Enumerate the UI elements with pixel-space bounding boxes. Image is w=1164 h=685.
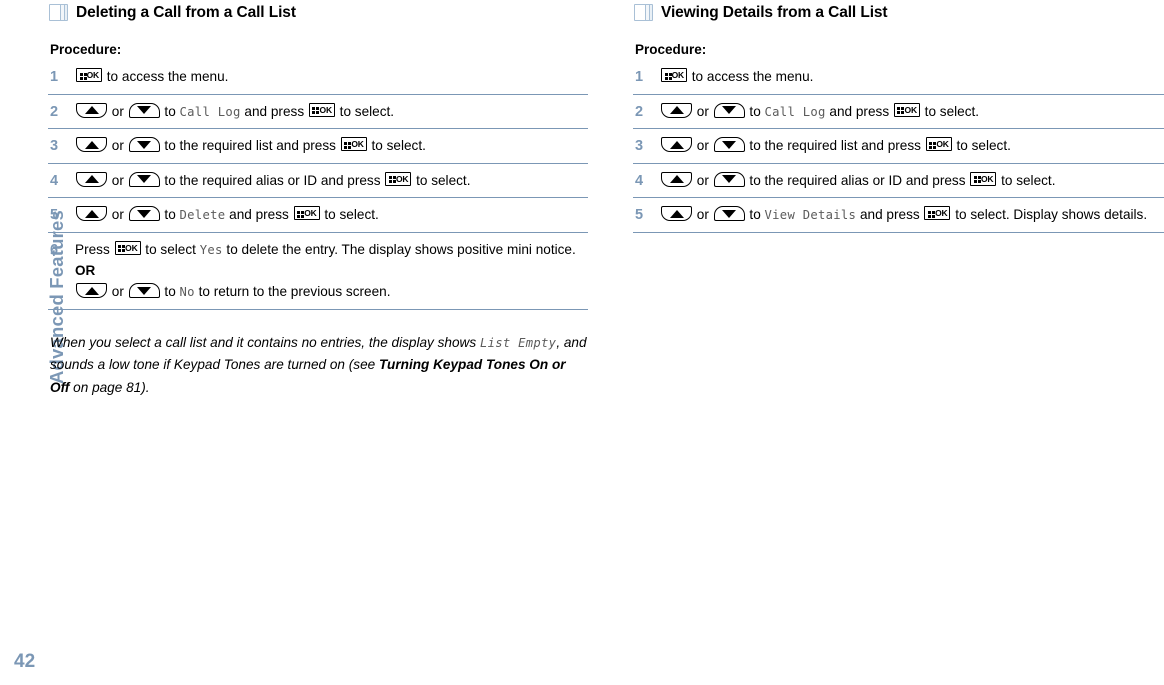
procedure-step: 4 or to the required alias or ID and pre… [48, 170, 588, 198]
display-text: Delete [179, 208, 226, 222]
down-arrow-key-icon [713, 171, 745, 187]
side-tab: Advanced Features 42 [0, 0, 67, 685]
ok-menu-key-icon: OK [340, 137, 367, 151]
procedure-step: 2 or to Call Log and press OK to select. [48, 101, 588, 129]
step-number: 6 [50, 241, 59, 258]
procedure-step: 4 or to the required alias or ID and pre… [633, 170, 1164, 198]
display-text: Yes [199, 242, 223, 257]
step-number: 3 [635, 138, 644, 154]
left-column: Deleting a Call from a Call List Procedu… [48, 0, 588, 399]
pages-stack-icon [48, 3, 69, 23]
right-column: Viewing Details from a Call List Procedu… [633, 0, 1164, 239]
step-text: or to Call Log and press OK to select. [660, 102, 979, 119]
ok-menu-key-icon: OK [925, 137, 952, 151]
step-text: Press OK to select Yes to delete the ent… [75, 240, 588, 299]
step-text: or to the required alias or ID and press… [75, 171, 471, 188]
display-text: Call Log [179, 104, 241, 119]
section-heading-left: Deleting a Call from a Call List [48, 0, 588, 25]
up-arrow-key-icon [76, 171, 107, 187]
ok-menu-key-icon: OK [893, 102, 920, 117]
procedure-step: 3 or to the required list and press OK t… [633, 135, 1164, 164]
procedure-label-left: Procedure: [50, 42, 122, 57]
procedure-label-right: Procedure: [635, 42, 707, 57]
display-text: Call Log [764, 104, 826, 119]
step-number: 1 [50, 69, 59, 85]
step-number: 2 [635, 103, 644, 120]
up-arrow-key-icon [76, 102, 107, 118]
step-number: 4 [635, 172, 644, 189]
step-number: 1 [635, 69, 644, 85]
step-text: or to the required alias or ID and press… [660, 171, 1056, 188]
note-paragraph: When you select a call list and it conta… [48, 332, 588, 400]
step-text: or to the required list and press OK to … [660, 137, 1011, 153]
step-number: 5 [635, 207, 644, 223]
up-arrow-key-icon [76, 283, 107, 298]
down-arrow-key-icon [713, 137, 745, 152]
step-number: 2 [50, 103, 59, 120]
section-title-left: Deleting a Call from a Call List [76, 4, 296, 21]
step-text: or to the required list and press OK to … [75, 137, 426, 153]
pages-stack-icon [633, 3, 654, 23]
ok-menu-key-icon: OK [308, 102, 335, 117]
down-arrow-key-icon [713, 102, 745, 118]
up-arrow-key-icon [76, 137, 107, 152]
down-arrow-key-icon [128, 206, 160, 221]
up-arrow-key-icon [661, 137, 692, 152]
down-arrow-key-icon [713, 206, 745, 221]
section-heading-right: Viewing Details from a Call List [633, 0, 1164, 25]
step-number: 4 [50, 172, 59, 189]
display-text: List Empty [479, 335, 557, 350]
procedure-step: 5 or to Delete and press OK to select. [48, 204, 588, 233]
display-text: No [179, 285, 195, 299]
or-label: OR [75, 263, 96, 278]
step-text: OK to access the menu. [75, 68, 228, 84]
note-text: When you select a call list and it conta… [50, 334, 480, 350]
step-text: OK to access the menu. [660, 68, 813, 84]
procedure-step: 5 or to View Details and press OK to sel… [633, 204, 1164, 233]
display-text: View Details [764, 208, 857, 222]
procedure-step: 3 or to the required list and press OK t… [48, 135, 588, 164]
down-arrow-key-icon [128, 283, 160, 298]
up-arrow-key-icon [661, 206, 692, 221]
procedure-step: 1 OK to access the menu. [633, 66, 1164, 95]
ok-menu-key-icon: OK [114, 240, 141, 255]
step-number: 3 [50, 138, 59, 154]
up-arrow-key-icon [661, 102, 692, 118]
ok-menu-key-icon: OK [661, 68, 687, 82]
step-list-right: 1 OK to access the menu. 2 or to Call Log … [633, 66, 1164, 233]
step-text: or to Delete and press OK to select. [75, 206, 379, 222]
down-arrow-key-icon [128, 171, 160, 187]
section-title-right: Viewing Details from a Call List [661, 4, 888, 21]
down-arrow-key-icon [128, 102, 160, 118]
step-text: or to Call Log and press OK to select. [75, 102, 394, 119]
procedure-step: 6 Press OK to select Yes to delete the en… [48, 239, 588, 310]
step-number: 5 [50, 207, 59, 223]
ok-menu-key-icon: OK [293, 206, 320, 220]
ok-menu-key-icon: OK [970, 171, 997, 186]
note-text: on page 81). [69, 379, 150, 395]
down-arrow-key-icon [128, 137, 160, 152]
up-arrow-key-icon [661, 171, 692, 187]
ok-menu-key-icon: OK [76, 68, 102, 82]
ok-menu-key-icon: OK [924, 206, 951, 220]
step-list-left: 1 OK to access the menu. 2 or to Call Log … [48, 66, 588, 310]
page-number: 42 [14, 651, 36, 672]
ok-menu-key-icon: OK [385, 171, 412, 186]
up-arrow-key-icon [76, 206, 107, 221]
procedure-step: 2 or to Call Log and press OK to select. [633, 101, 1164, 129]
procedure-step: 1 OK to access the menu. [48, 66, 588, 95]
step-text: or to View Details and press OK to selec… [660, 206, 1147, 222]
